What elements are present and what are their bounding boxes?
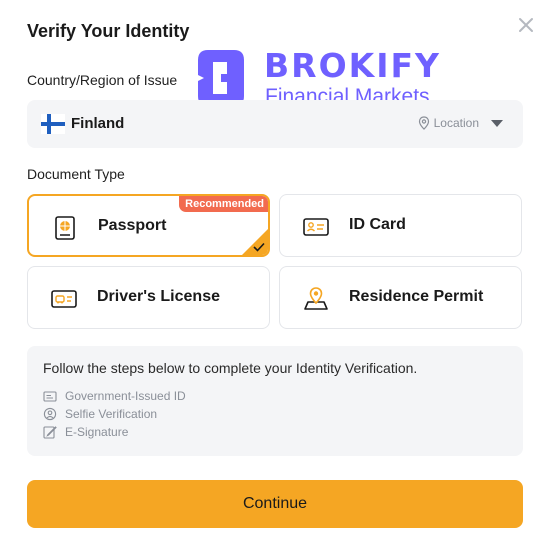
verify-identity-dialog: Verify Your Identity BROKIFY Financial M… (0, 0, 554, 545)
doc-option-drivers-license[interactable]: Driver's License (27, 266, 270, 329)
doc-option-id-card[interactable]: ID Card (279, 194, 522, 257)
residence-permit-icon (304, 287, 328, 310)
step-label: Selfie Verification (65, 407, 158, 421)
continue-button[interactable]: Continue (27, 480, 523, 528)
doc-option-passport[interactable]: Passport Recommended (27, 194, 270, 257)
steps-intro: Follow the steps below to complete your … (43, 360, 418, 376)
step-item: Selfie Verification (43, 407, 157, 421)
step-label: E-Signature (65, 425, 129, 439)
doc-option-label: ID Card (349, 216, 406, 233)
doc-option-label: Driver's License (97, 288, 220, 305)
brand-name: BROKIFY (264, 46, 441, 85)
country-label: Country/Region of Issue (27, 72, 178, 88)
step-label: Government-Issued ID (65, 389, 186, 403)
checkmark-icon (253, 242, 265, 252)
drivers-license-icon (51, 290, 77, 308)
close-icon[interactable] (515, 14, 537, 36)
signature-icon (43, 426, 57, 439)
brand-logo-mark (196, 50, 244, 106)
step-item: Government-Issued ID (43, 389, 186, 403)
recommended-badge: Recommended (179, 196, 268, 212)
verification-steps-panel: Follow the steps below to complete your … (27, 346, 523, 456)
finland-flag-icon (41, 114, 65, 134)
doc-option-label: Residence Permit (349, 288, 484, 305)
id-card-icon (303, 218, 329, 236)
location-hint: Location (418, 116, 503, 130)
country-select[interactable]: Finland Location (27, 100, 523, 148)
location-pin-icon (418, 116, 429, 130)
dialog-title: Verify Your Identity (27, 21, 190, 41)
id-icon (43, 391, 57, 402)
passport-icon (55, 216, 75, 240)
doc-option-residence-permit[interactable]: Residence Permit (279, 266, 522, 329)
chevron-down-icon (491, 119, 503, 127)
step-item: E-Signature (43, 425, 128, 439)
doc-option-label: Passport (98, 217, 167, 234)
country-value: Finland (71, 115, 125, 132)
selfie-icon (43, 407, 57, 421)
location-label: Location (433, 116, 479, 130)
document-type-label: Document Type (27, 166, 125, 182)
